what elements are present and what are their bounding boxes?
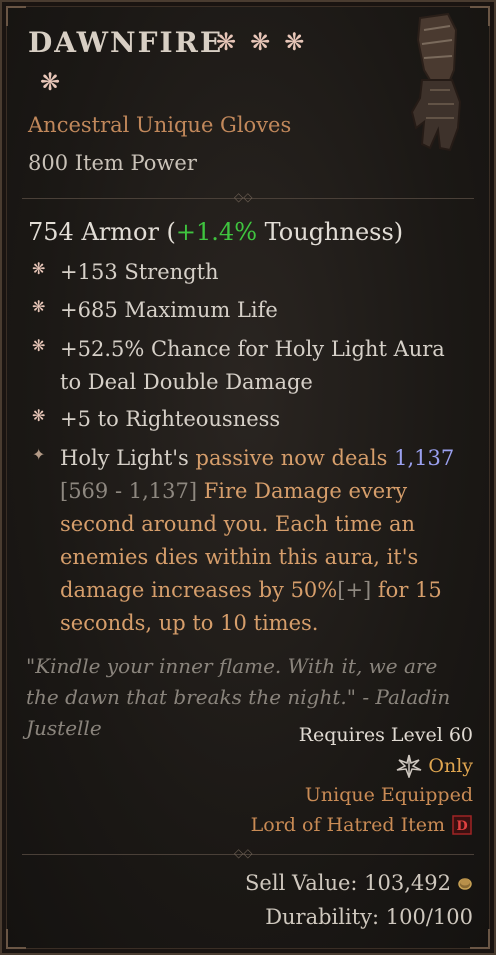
armor-stat: 754 Armor (+1.4% Toughness) <box>28 218 403 246</box>
star-bullet-icon: ❋ <box>32 406 46 425</box>
unique-power-range: [569 - 1,137] <box>60 479 198 503</box>
unique-power-part2: passive now deals <box>195 446 395 470</box>
affix-holy-light-chance: ❋ +52.5% Chance for Holy Light Aura to D… <box>32 333 450 399</box>
divider-ornament: ◇◇ <box>234 846 253 860</box>
unique-power: ✦ Holy Light's passive now deals 1,137 [… <box>32 442 460 640</box>
unique-equipped: Unique Equipped <box>304 784 473 806</box>
star-icon: ❋ <box>250 28 271 56</box>
class-requirement: Only <box>396 754 473 778</box>
unique-power-part1: Holy Light's <box>60 446 196 470</box>
class-only-label: Only <box>428 755 473 777</box>
item-tooltip: DAWNFIRE ❋ ❋ ❋ ❋ Ancestral Unique Gloves… <box>0 0 496 955</box>
affix-text: +685 Maximum Life <box>60 298 278 322</box>
item-rarity-stars: ❋ ❋ ❋ <box>216 28 304 56</box>
expansion-label: Lord of Hatred Item <box>250 814 445 836</box>
affix-maximum-life: ❋ +685 Maximum Life <box>32 294 460 327</box>
star-bullet-icon: ❋ <box>32 259 46 278</box>
durability: Durability: 100/100 <box>265 905 473 929</box>
item-rarity-stars-row2: ❋ <box>40 68 60 96</box>
affix-text: +153 Strength <box>60 260 219 284</box>
unique-power-value: 1,137 <box>394 446 455 470</box>
gauntlet-image <box>410 12 462 152</box>
frame-corner <box>6 929 26 949</box>
armor-value: 754 Armor ( <box>28 218 176 246</box>
star-icon: ❋ <box>284 28 305 56</box>
affix-righteousness: ❋ +5 to Righteousness <box>32 403 460 436</box>
sell-value: Sell Value: 103,492 <box>245 871 473 895</box>
star-icon: ❋ <box>216 28 237 56</box>
svg-text:D: D <box>456 819 467 834</box>
gold-coin-icon <box>458 878 472 890</box>
unique-power-text: Holy Light's passive now deals 1,137 [56… <box>60 442 460 640</box>
star-bullet-icon: ❋ <box>32 336 46 355</box>
paladin-class-icon <box>397 754 422 778</box>
required-level: Requires Level 60 <box>298 724 473 746</box>
affix-text: +5 to Righteousness <box>60 407 281 431</box>
item-power: 800 Item Power <box>28 151 197 175</box>
divider-ornament: ◇◇ <box>234 190 253 204</box>
expansion-requirement: Lord of Hatred Item D <box>251 814 473 836</box>
sell-value-text: Sell Value: 103,492 <box>245 871 451 895</box>
star-icon: ❋ <box>40 68 61 96</box>
lord-of-hatred-icon: D <box>452 815 472 835</box>
item-name: DAWNFIRE <box>28 26 224 59</box>
item-type: Ancestral Unique Gloves <box>28 113 292 137</box>
frame-corner <box>470 929 490 949</box>
affix-text: +52.5% Chance for Holy Light Aura to Dea… <box>60 337 445 394</box>
toughness-label: Toughness) <box>257 218 404 246</box>
unique-power-icon: ✦ <box>32 445 46 464</box>
unique-power-plus: [+] <box>337 578 372 602</box>
affix-strength: ❋ +153 Strength <box>32 256 460 289</box>
star-bullet-icon: ❋ <box>32 297 46 316</box>
toughness-delta: +1.4% <box>175 218 258 246</box>
frame-corner <box>6 6 26 26</box>
